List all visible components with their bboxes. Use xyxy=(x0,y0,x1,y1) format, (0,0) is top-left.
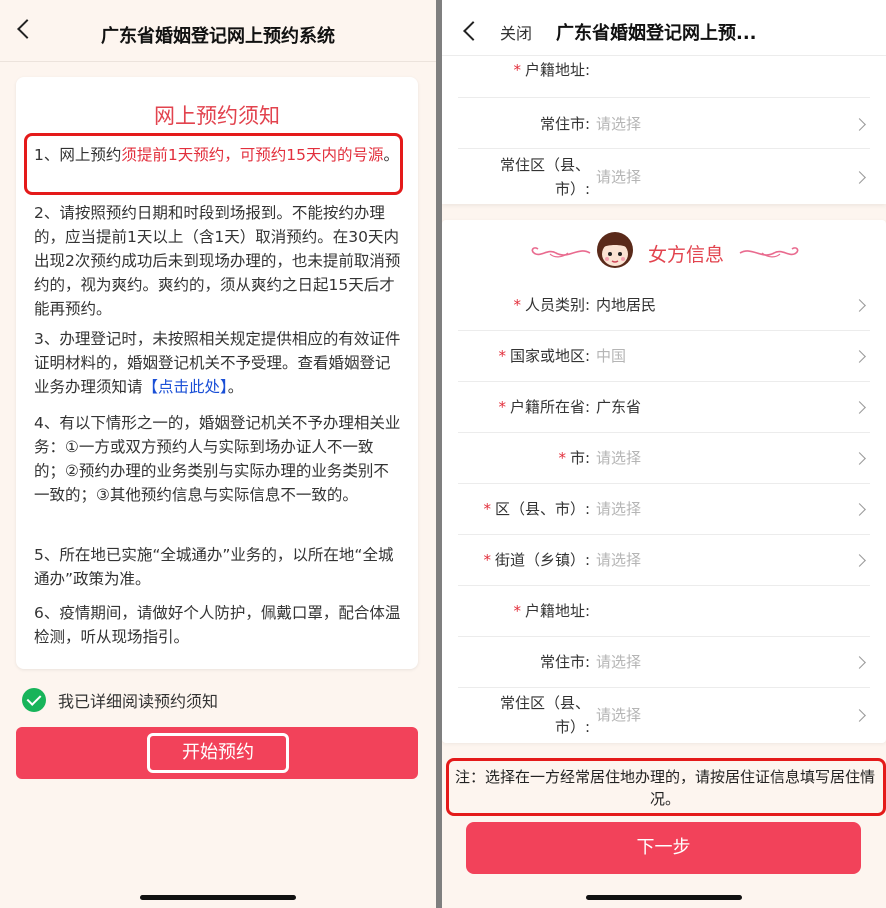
page-title: 广东省婚姻登记网上预约系统 xyxy=(101,26,335,47)
field-label: 常住市: xyxy=(539,115,590,133)
field-label: 常住市: xyxy=(539,653,590,671)
form-row-household-address[interactable]: * 户籍地址: xyxy=(458,56,870,98)
field-value: 内地居民 xyxy=(596,296,657,314)
field-label: * 人员类别: xyxy=(513,293,590,317)
notice-item-5: 5、所在地已实施“全城通办”业务的，以所在地“全城通办”政策为准。 xyxy=(34,546,394,588)
field-label: 常住区（县、市）: xyxy=(500,153,590,201)
field-value: 中国 xyxy=(596,347,627,365)
field-label-text: 国家或地区: xyxy=(509,347,590,365)
chevron-right-icon xyxy=(853,503,866,516)
agree-checkbox-row[interactable]: 我已详细阅读预约须知 xyxy=(22,688,218,712)
chevron-right-icon xyxy=(853,452,866,465)
field-label: * 户籍地址: xyxy=(513,58,590,82)
field-label-text: 户籍地址: xyxy=(524,602,590,620)
field-label: * 区（县、市）: xyxy=(483,497,590,521)
chevron-right-icon xyxy=(853,350,866,363)
form-row-street[interactable]: * 街道（乡镇）: 请选择 xyxy=(458,535,870,586)
left-screen: 广东省婚姻登记网上预约系统 网上预约须知 1、网上预约须提前1天预约，可预约15… xyxy=(0,0,436,908)
field-label-line1: 常住区（县、 xyxy=(499,694,590,712)
required-star: * xyxy=(513,296,521,314)
notice-title: 网上预约须知 xyxy=(154,104,280,128)
form-row-residence-district[interactable]: 常住区（县、市）: 请选择 xyxy=(458,688,870,743)
form-row-household-province[interactable]: * 户籍所在省: 广东省 xyxy=(458,382,870,433)
header: 关闭 广东省婚姻登记网上预... xyxy=(442,0,886,56)
required-star: * xyxy=(558,449,566,467)
chevron-right-icon xyxy=(853,709,866,722)
field-label: * 户籍地址: xyxy=(513,599,590,623)
field-label-text: 区（县、市）: xyxy=(494,500,590,518)
chevron-right-icon xyxy=(853,299,866,312)
chevron-right-icon xyxy=(853,118,866,131)
header: 广东省婚姻登记网上预约系统 xyxy=(0,0,436,62)
female-info-header: 女方信息 xyxy=(442,230,886,274)
field-label: * 市: xyxy=(558,446,590,470)
form-row-district[interactable]: * 区（县、市）: 请选择 xyxy=(458,484,870,535)
field-label: * 户籍所在省: xyxy=(498,395,590,419)
form-row-residence-district[interactable]: 常住区（县、市）: 请选择 xyxy=(458,149,870,204)
required-star: * xyxy=(483,500,491,518)
annotation-highlight-box xyxy=(446,758,886,816)
next-step-button[interactable]: 下一步 xyxy=(466,822,861,874)
home-indicator xyxy=(586,895,742,900)
form-row-country-region[interactable]: * 国家或地区: 中国 xyxy=(458,331,870,382)
field-value: 请选择 xyxy=(596,551,642,569)
start-booking-label[interactable]: 开始预约 xyxy=(147,733,289,773)
annotation-highlight-box xyxy=(24,133,403,195)
required-star: * xyxy=(513,602,521,620)
form-row-residence-city[interactable]: 常住市: 请选择 xyxy=(458,98,870,149)
page-title: 广东省婚姻登记网上预... xyxy=(556,23,757,44)
notice-item-6: 6、疫情期间，请做好个人防护，佩戴口罩，配合体温检测，听从现场指引。 xyxy=(34,604,401,646)
field-value: 请选择 xyxy=(596,115,642,133)
field-label: * 国家或地区: xyxy=(498,344,590,368)
notice-item-3-suffix: 。 xyxy=(227,378,244,396)
form-row-city[interactable]: * 市: 请选择 xyxy=(458,433,870,484)
chevron-right-icon xyxy=(853,171,866,184)
field-label-text: 市: xyxy=(569,449,590,467)
field-value: 广东省 xyxy=(596,398,642,416)
field-label-text: 街道（乡镇）: xyxy=(494,551,590,569)
chevron-right-icon xyxy=(853,401,866,414)
field-label: * 街道（乡镇）: xyxy=(483,548,590,572)
right-screen: 关闭 广东省婚姻登记网上预... * 户籍地址: 常住市: 请选择 常住区（县、市… xyxy=(442,0,886,908)
field-label-line2: 市）: xyxy=(554,718,590,736)
form-row-household-address[interactable]: * 户籍地址: xyxy=(458,586,870,637)
field-label-line2: 市）: xyxy=(554,180,590,198)
view-guide-link[interactable]: 【点击此处】 xyxy=(143,378,228,396)
home-indicator xyxy=(140,895,296,900)
field-label-text: 人员类别: xyxy=(524,296,590,314)
field-label: 常住区（县、市）: xyxy=(500,691,590,739)
field-label-text: 户籍地址: xyxy=(524,61,590,79)
close-button[interactable]: 关闭 xyxy=(500,20,532,44)
required-star: * xyxy=(483,551,491,569)
field-value: 请选择 xyxy=(596,168,642,186)
chevron-right-icon xyxy=(853,656,866,669)
female-info-title: 女方信息 xyxy=(648,244,725,266)
field-value: 请选择 xyxy=(596,500,642,518)
form-row-person-type[interactable]: * 人员类别: 内地居民 xyxy=(458,280,870,331)
checkmark-icon[interactable] xyxy=(22,688,46,712)
field-value: 请选择 xyxy=(596,449,642,467)
notice-item-2: 2、请按照预约日期和时段到场报到。不能按约办理的，应当提前1天以上（含1天）取消… xyxy=(34,204,401,318)
previous-section-tail: * 户籍地址: 常住市: 请选择 常住区（县、市）: 请选择 xyxy=(442,56,886,204)
swirl-left-icon xyxy=(531,247,591,258)
field-label-text: 户籍所在省: xyxy=(509,398,590,416)
form-row-residence-city[interactable]: 常住市: 请选择 xyxy=(458,637,870,688)
notice-item-4: 4、有以下情形之一的，婚姻登记机关不予办理相关业务：①一方或双方预约人与实际到场… xyxy=(34,414,401,504)
girl-avatar-icon xyxy=(597,232,633,268)
required-star: * xyxy=(498,347,506,365)
residence-note: 注：选择在一方经常居住地办理的，请按居住证信息填写居住情况。 xyxy=(442,758,886,816)
chevron-right-icon xyxy=(853,554,866,567)
field-label-line1: 常住区（县、 xyxy=(499,156,590,174)
required-star: * xyxy=(498,398,506,416)
required-star: * xyxy=(513,61,521,79)
agree-label: 我已详细阅读预约须知 xyxy=(58,692,219,711)
back-arrow-icon[interactable] xyxy=(463,21,483,41)
field-value: 请选择 xyxy=(596,706,642,724)
swirl-right-icon xyxy=(739,247,799,258)
notice-item-3: 3、办理登记时，未按照相关规定提供相应的有效证件证明材料的，婚姻登记机关不予受理… xyxy=(34,327,404,399)
field-value: 请选择 xyxy=(596,653,642,671)
